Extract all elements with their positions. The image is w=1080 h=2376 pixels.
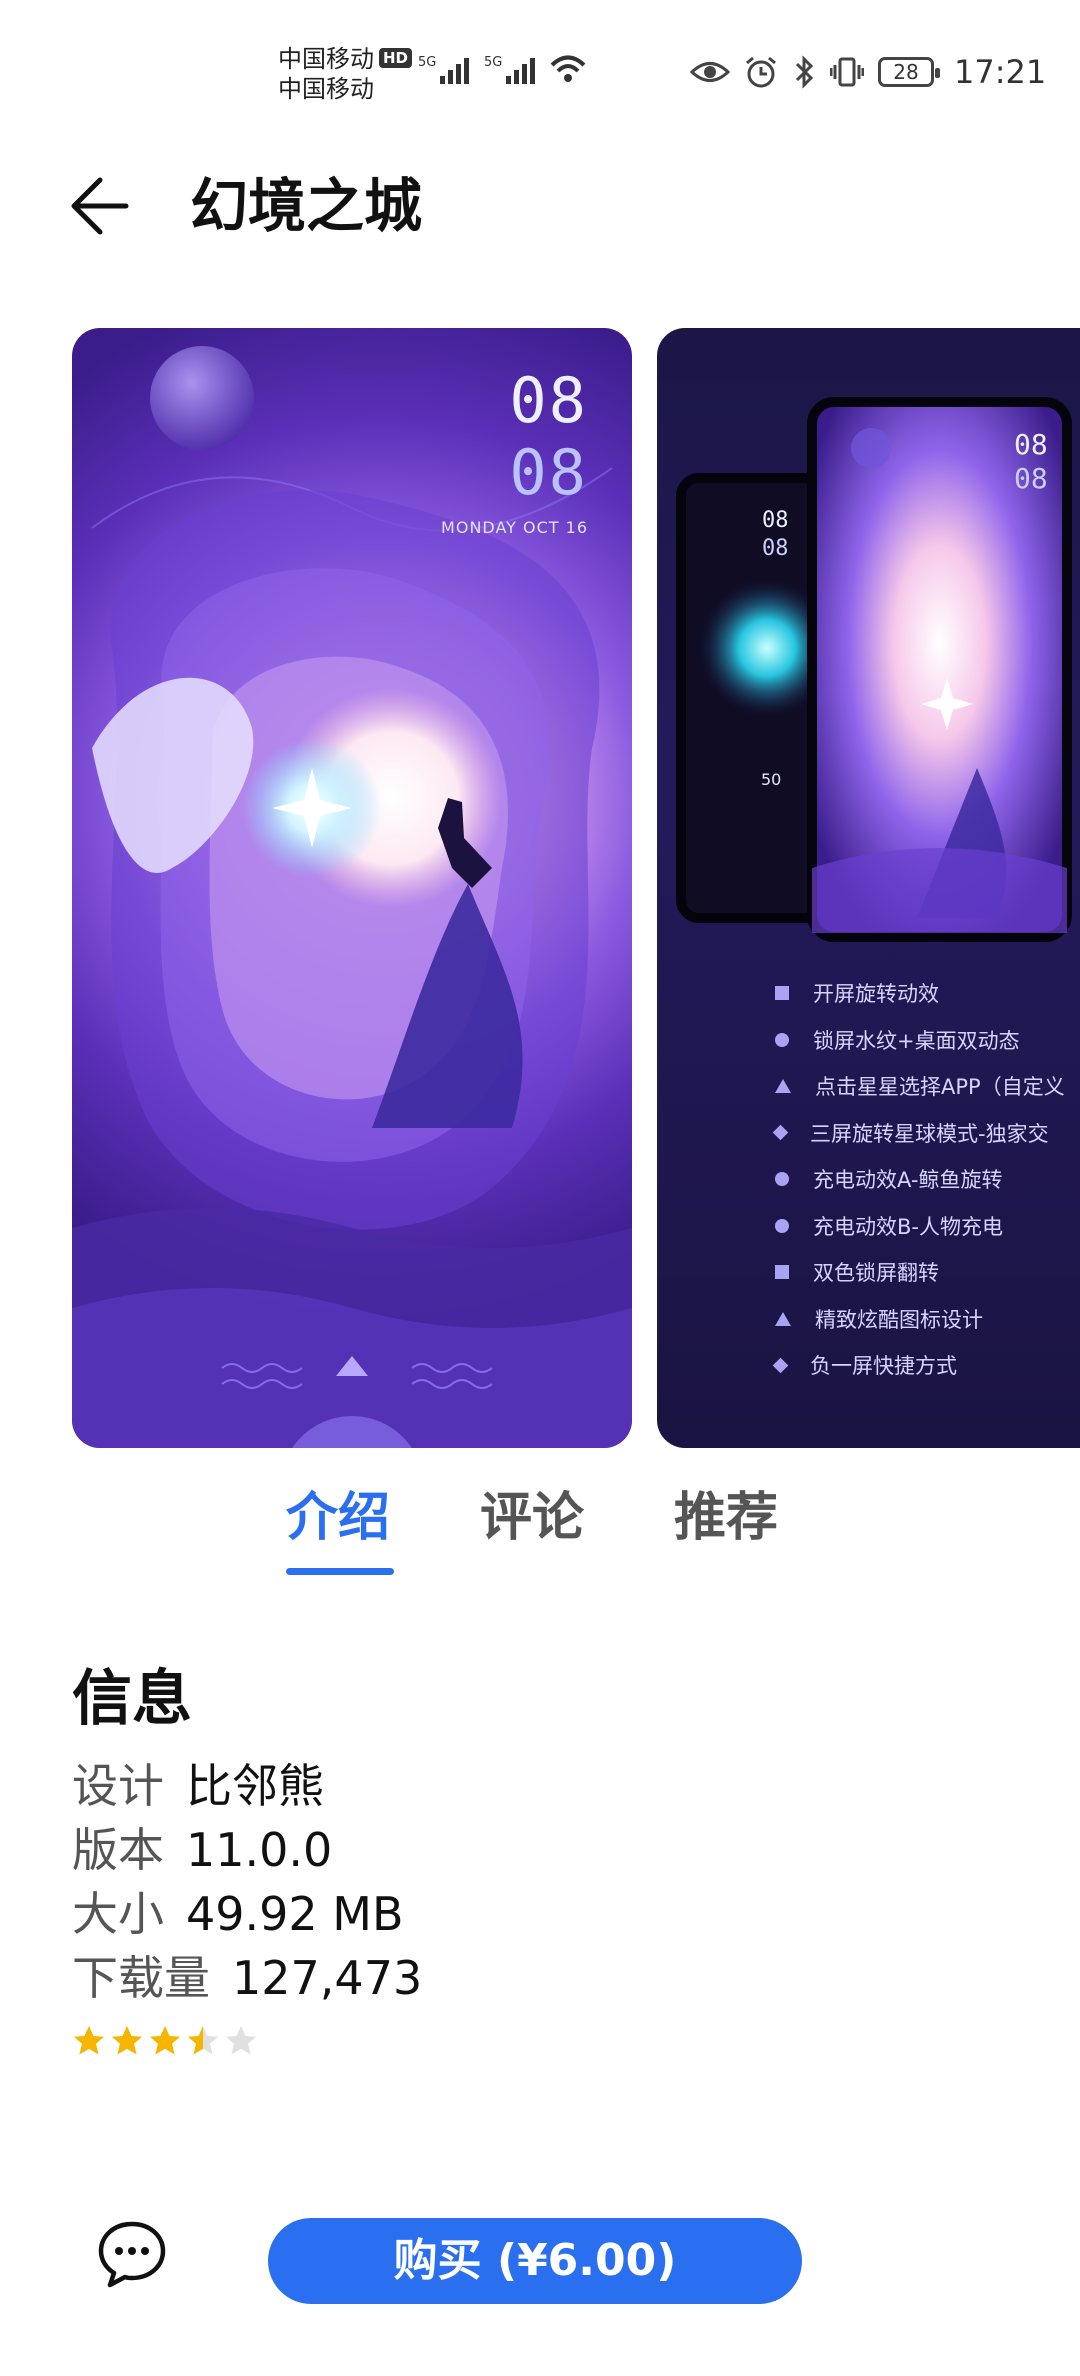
arrow-left-icon — [71, 177, 129, 235]
feature-item: 精致炫酷图标设计 — [775, 1296, 1080, 1343]
diamond-bullet-icon — [772, 1124, 789, 1141]
theme-detail-page: 中国移动 中国移动 HD 5G 5G 28 17:21 幻境之城 08 08 M… — [0, 0, 1080, 2376]
feature-label: 充电动效B-人物充电 — [813, 1214, 1003, 1239]
diamond-bullet-icon — [772, 1357, 789, 1374]
feature-label: 充电动效A-鲸鱼旋转 — [813, 1168, 1003, 1193]
feature-item: 负一屏快捷方式 — [772, 1342, 1080, 1389]
network-label-2: 5G — [484, 55, 502, 70]
tab-intro[interactable]: 介绍 — [286, 1478, 390, 1558]
preview-lockscreen[interactable]: 08 08 MONDAY OCT 16 — [72, 328, 632, 1448]
feature-label: 三屏旋转星球模式-独家交 — [810, 1121, 1049, 1146]
carrier-2: 中国移动 — [278, 75, 374, 103]
wifi-icon — [548, 52, 588, 86]
feature-item: 开屏旋转动效 — [775, 970, 1080, 1017]
alarm-icon — [746, 56, 776, 88]
size-label: 大小 — [72, 1887, 164, 1941]
rating-stars — [72, 2024, 258, 2058]
star-icon — [226, 2026, 256, 2055]
status-icons: 28 17:21 — [690, 50, 1046, 94]
downloads-label: 下载量 — [72, 1951, 210, 2005]
buy-button[interactable]: 购买 (¥6.00) — [268, 2218, 802, 2304]
square-bullet-icon — [775, 1265, 789, 1280]
version-row: 版本 11.0.0 — [72, 1820, 332, 1880]
lock-clock-hour: 08 — [509, 364, 588, 437]
carrier-1: 中国移动 — [278, 45, 374, 73]
star-icon — [74, 2026, 104, 2055]
circle-bullet-icon — [775, 1218, 789, 1233]
square-bullet-icon — [775, 986, 789, 1001]
mini-left-charge: 50 — [761, 770, 782, 789]
back-button[interactable] — [60, 162, 148, 250]
lock-date: MONDAY OCT 16 — [441, 518, 588, 537]
signal-icon-2: 5G — [484, 52, 546, 86]
circle-bullet-icon — [775, 1032, 789, 1047]
feature-label: 负一屏快捷方式 — [810, 1354, 957, 1379]
preview-features[interactable]: 08 08 08 08 50 开屏旋转动效 锁屏水纹+桌面双动态 点击星星选择A… — [657, 328, 1080, 1448]
designer-row: 设计 比邻熊 — [72, 1756, 324, 1816]
features-phone-mockups — [676, 397, 1072, 942]
downloads-value: 127,473 — [232, 1951, 423, 2005]
size-value: 49.92 MB — [186, 1887, 404, 1941]
feature-item: 三屏旋转星球模式-独家交 — [772, 1110, 1080, 1157]
triangle-bullet-icon — [775, 1079, 791, 1094]
version-value: 11.0.0 — [186, 1823, 333, 1877]
feature-item: 充电动效B-人物充电 — [775, 1203, 1080, 1250]
chat-bubble-icon — [98, 2221, 166, 2288]
status-time: 17:21 — [954, 53, 1047, 91]
page-title: 幻境之城 — [190, 172, 423, 240]
carrier-labels: 中国移动 中国移动 — [278, 44, 374, 104]
feature-label: 开屏旋转动效 — [813, 982, 939, 1007]
tab-indicator — [286, 1568, 394, 1575]
feature-label: 点击星星选择APP（自定义 — [815, 1075, 1065, 1100]
tab-recommended[interactable]: 推荐 — [674, 1478, 778, 1558]
downloads-row: 下载量 127,473 — [72, 1948, 422, 2008]
network-label-1: 5G — [418, 55, 436, 70]
size-row: 大小 49.92 MB — [72, 1884, 404, 1944]
star-icon — [112, 2026, 142, 2055]
feature-item: 锁屏水纹+桌面双动态 — [775, 1017, 1080, 1064]
detail-tabs: 介绍 评论 推荐 — [0, 1478, 1080, 1578]
tab-reviews[interactable]: 评论 — [480, 1478, 584, 1558]
mini-clock-minute: 08 — [1014, 462, 1048, 495]
triangle-bullet-icon — [775, 1311, 791, 1326]
feature-label: 精致炫酷图标设计 — [815, 1307, 983, 1332]
designer-label: 设计 — [72, 1759, 164, 1813]
comment-button[interactable] — [96, 2218, 168, 2290]
mini-clock-hour: 08 — [1014, 428, 1048, 461]
preview-carousel[interactable]: 08 08 MONDAY OCT 16 08 08 08 08 50 开屏旋转动… — [0, 328, 1080, 1448]
feature-item: 双色锁屏翻转 — [775, 1249, 1080, 1296]
bluetooth-icon — [795, 55, 814, 89]
vibrate-icon — [830, 57, 864, 87]
mini-left-minute: 08 — [762, 536, 789, 561]
star-icon — [150, 2026, 180, 2055]
hd-badge: HD — [379, 48, 413, 68]
circle-bullet-icon — [775, 1172, 789, 1187]
feature-item: 点击星星选择APP（自定义 — [775, 1063, 1080, 1110]
status-bar: 中国移动 中国移动 HD 5G 5G 28 17:21 — [0, 0, 1080, 140]
star-icon — [188, 2026, 218, 2055]
app-header: 幻境之城 — [0, 140, 1080, 270]
eye-icon — [690, 62, 730, 82]
version-label: 版本 — [72, 1823, 164, 1877]
mini-left-hour: 08 — [762, 508, 789, 533]
feature-label: 锁屏水纹+桌面双动态 — [813, 1028, 1020, 1053]
feature-label: 双色锁屏翻转 — [813, 1261, 939, 1286]
battery-icon: 28 — [878, 57, 940, 87]
signal-icon-1: 5G — [418, 52, 480, 86]
feature-list: 开屏旋转动效 锁屏水纹+桌面双动态 点击星星选择APP（自定义 三屏旋转星球模式… — [772, 970, 1080, 1389]
designer-value[interactable]: 比邻熊 — [186, 1759, 324, 1813]
lock-clock-minute: 08 — [509, 436, 588, 509]
feature-item: 充电动效A-鲸鱼旋转 — [775, 1156, 1080, 1203]
info-heading: 信息 — [72, 1664, 192, 1734]
